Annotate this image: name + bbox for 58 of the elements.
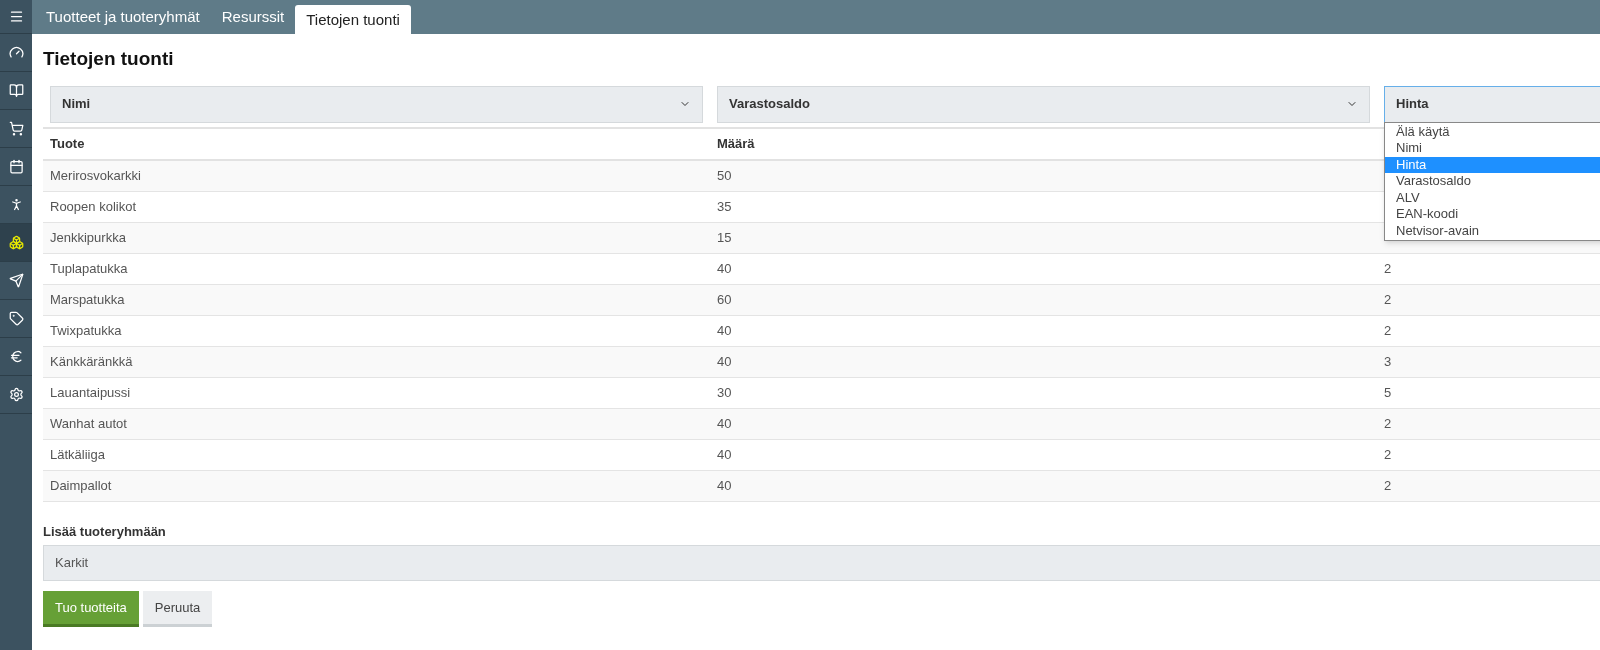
column-header: Määrä (717, 135, 755, 151)
table-cell: 3 (1384, 353, 1392, 369)
column-select[interactable]: Varastosaldo (717, 85, 1370, 123)
table-cell: 40 (717, 260, 732, 276)
tab[interactable]: Tietojen tuonti (295, 5, 411, 34)
table-cell: 2 (1384, 291, 1392, 307)
table-cell: 30 (717, 384, 732, 400)
table-cell: 2 (1384, 322, 1392, 338)
table-cell: 60 (717, 291, 732, 307)
tab[interactable]: Tuotteet ja tuoteryhmät (35, 0, 211, 34)
table-cell: 40 (717, 477, 732, 493)
dropdown-option[interactable]: Nimi (1385, 140, 1600, 157)
table-cell: 40 (717, 322, 732, 338)
table-cell: 2 (1384, 260, 1392, 276)
settings-icon (8, 387, 24, 402)
table-cell: 2 (1384, 446, 1392, 462)
table-cell: 2 (1384, 477, 1392, 493)
dropdown-option[interactable]: EAN-koodi (1385, 206, 1600, 223)
column-select[interactable]: Nimi (50, 85, 703, 123)
boxes-icon (8, 235, 24, 250)
table-cell: Merirosvokarkki (50, 167, 141, 183)
table-cell: Lätkäliiga (50, 446, 105, 462)
dropdown-option[interactable]: Netvisor-avain (1385, 222, 1600, 239)
product-group-select[interactable]: Karkit (43, 545, 1600, 581)
table-cell: Tuplapatukka (50, 260, 128, 276)
tag-icon (8, 311, 24, 326)
table-cell: Twixpatukka (50, 322, 122, 338)
page-title: Tietojen tuonti (43, 47, 175, 71)
table-cell: Jenkkipurkka (50, 229, 126, 245)
paper-plane-icon (8, 273, 24, 288)
tab[interactable]: Resurssit (210, 0, 296, 34)
column-header: Tuote (50, 135, 85, 151)
table-cell: Wanhat autot (50, 415, 127, 431)
sidebar-item[interactable] (0, 224, 32, 262)
book-icon (8, 83, 24, 98)
table-cell: 40 (717, 353, 732, 369)
dropdown-option[interactable]: Varastosaldo (1385, 173, 1600, 190)
table-cell: Känkkäränkkä (50, 353, 133, 369)
table-cell: 2 (1384, 415, 1392, 431)
dropdown-option[interactable]: ALV (1385, 189, 1600, 206)
table-cell: Lauantaipussi (50, 384, 131, 400)
dropdown-option[interactable]: Älä käytä (1385, 123, 1600, 140)
table-cell: 15 (717, 229, 732, 245)
column-select[interactable]: Hinta (1384, 85, 1600, 123)
table-cell: 50 (717, 167, 732, 183)
calendar-icon (8, 159, 24, 174)
field-label: Lisää tuoteryhmään (43, 522, 167, 541)
table-cell: 40 (717, 415, 732, 431)
cancel-button[interactable]: Peruuta (142, 591, 213, 627)
cart-icon (8, 121, 24, 136)
gauge-icon (8, 45, 24, 60)
euro-icon (8, 349, 24, 364)
table-cell: 40 (717, 446, 732, 462)
table-cell: Daimpallot (50, 477, 112, 493)
table-cell: 5 (1384, 384, 1392, 400)
table-cell: 35 (717, 198, 732, 214)
table-cell: Marspatukka (50, 291, 125, 307)
table-cell: Roopen kolikot (50, 198, 136, 214)
